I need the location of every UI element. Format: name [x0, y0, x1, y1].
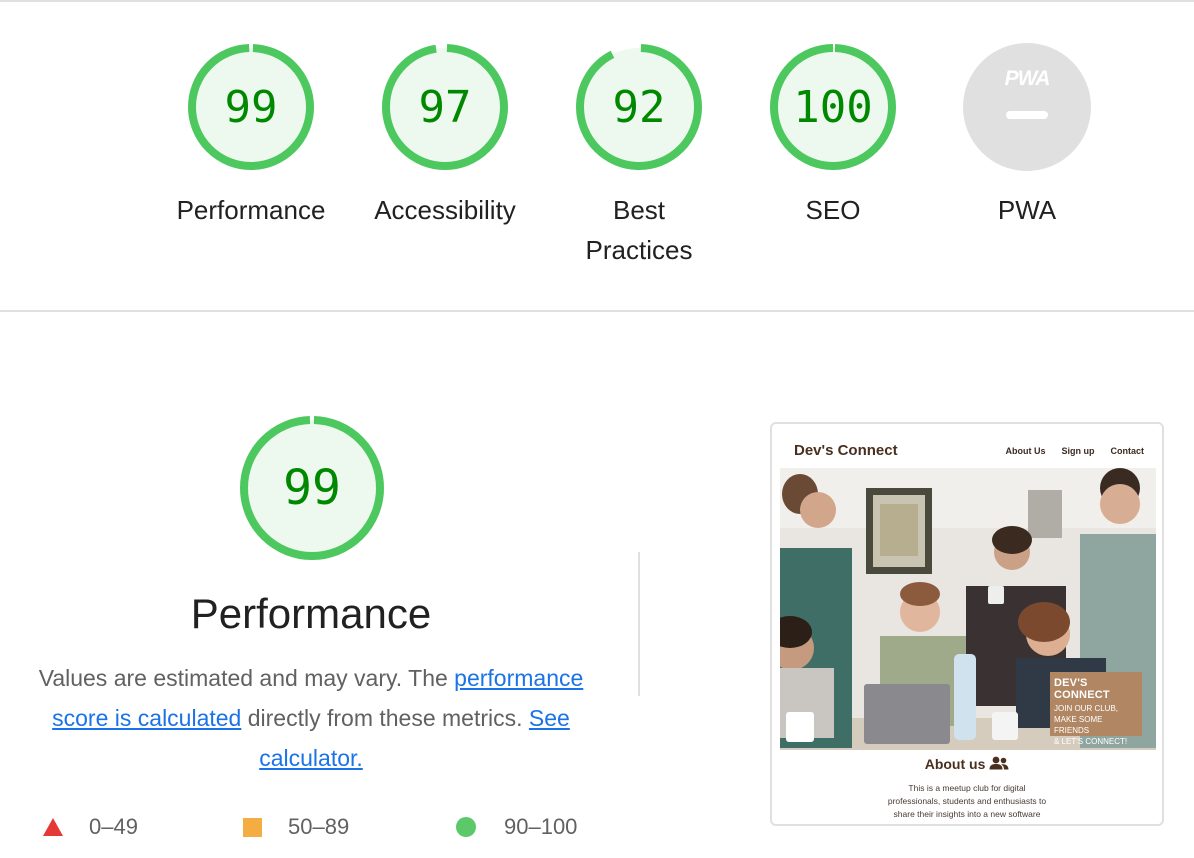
- hero-badge-line-1: JOIN OUR CLUB,: [1054, 704, 1119, 713]
- screenshot-brand: Dev's Connect: [794, 442, 898, 459]
- seo-label: SEO: [805, 195, 861, 225]
- legend-average: 50–89: [243, 814, 349, 840]
- screenshot-navbar: Dev's Connect About Us Sign up Contact: [794, 442, 1144, 462]
- seo-score: 100: [793, 82, 872, 133]
- circle-icon: [456, 817, 476, 837]
- description-middle: directly from these metrics.: [247, 705, 523, 731]
- pwa-badge: PWA: [963, 43, 1091, 171]
- seo-score-ring: 100: [770, 44, 896, 170]
- pwa-dash-icon: [1006, 111, 1048, 119]
- top-divider: [0, 0, 1194, 2]
- best-practices-score: 92: [613, 82, 666, 133]
- gauge-performance[interactable]: 99 Performance: [171, 42, 331, 230]
- accessibility-label: Accessibility: [374, 195, 516, 225]
- screenshot-nav-signup: Sign up: [1061, 446, 1095, 456]
- screenshot-about-text: This is a meetup club for digital profes…: [872, 782, 1062, 821]
- hero-badge-line-3: & LET'S CONNECT!: [1054, 737, 1128, 746]
- gauge-best-practices[interactable]: 92 Best Practices: [559, 42, 719, 270]
- legend-fail-range: 0–49: [89, 814, 138, 839]
- accessibility-score-ring: 97: [382, 44, 508, 170]
- section-divider: [0, 310, 1194, 312]
- vertical-divider: [638, 552, 640, 696]
- performance-large-ring: 99: [240, 416, 384, 560]
- performance-description: Values are estimated and may vary. The p…: [12, 658, 610, 778]
- performance-large-score: 99: [283, 460, 341, 516]
- hero-badge-title: DEV'S CONNECT: [1054, 677, 1110, 701]
- legend-average-range: 50–89: [288, 814, 350, 839]
- screenshot-hero-image: DEV'S CONNECT JOIN OUR CLUB, MAKE SOME F…: [780, 468, 1156, 750]
- performance-score-ring: 99: [188, 44, 314, 170]
- square-icon: [243, 817, 262, 837]
- about-line-3: share their insights into a new software: [893, 809, 1041, 819]
- legend-pass: 90–100: [456, 814, 577, 840]
- about-heading-text: About us: [924, 756, 986, 772]
- pwa-mark-icon: PWA: [1005, 67, 1050, 90]
- gauge-accessibility[interactable]: 97 Accessibility: [365, 42, 525, 230]
- performance-score: 99: [225, 82, 278, 133]
- hero-badge-line-2: MAKE SOME FRIENDS: [1054, 715, 1103, 735]
- legend-fail: 0–49: [43, 814, 138, 840]
- performance-label: Performance: [176, 195, 326, 225]
- about-line-1: This is a meetup club for digital: [908, 783, 1026, 793]
- final-screenshot[interactable]: Dev's Connect About Us Sign up Contact D…: [770, 422, 1164, 826]
- gauge-seo[interactable]: 100 SEO: [753, 42, 913, 230]
- best-practices-score-ring: 92: [576, 44, 702, 170]
- screenshot-nav-contact: Contact: [1110, 446, 1145, 456]
- pwa-label: PWA: [997, 195, 1057, 225]
- triangle-icon: [43, 818, 63, 836]
- gauge-pwa[interactable]: PWA PWA: [947, 42, 1107, 230]
- performance-large-gauge: 99: [238, 414, 386, 567]
- about-line-2: professionals, students and enthusiasts …: [887, 796, 1047, 806]
- screenshot-about-heading: About us: [772, 756, 1162, 772]
- users-icon: [989, 756, 1009, 770]
- screenshot-nav-about: About Us: [1005, 446, 1046, 456]
- best-practices-label: Best Practices: [585, 195, 693, 265]
- screenshot-nav-links: About Us Sign up Contact: [1006, 446, 1145, 456]
- legend-pass-range: 90–100: [504, 814, 578, 839]
- accessibility-score: 97: [419, 82, 472, 133]
- description-prefix: Values are estimated and may vary. The: [38, 665, 448, 691]
- screenshot-hero-badge: DEV'S CONNECT JOIN OUR CLUB, MAKE SOME F…: [1050, 672, 1142, 746]
- performance-heading: Performance: [190, 590, 432, 637]
